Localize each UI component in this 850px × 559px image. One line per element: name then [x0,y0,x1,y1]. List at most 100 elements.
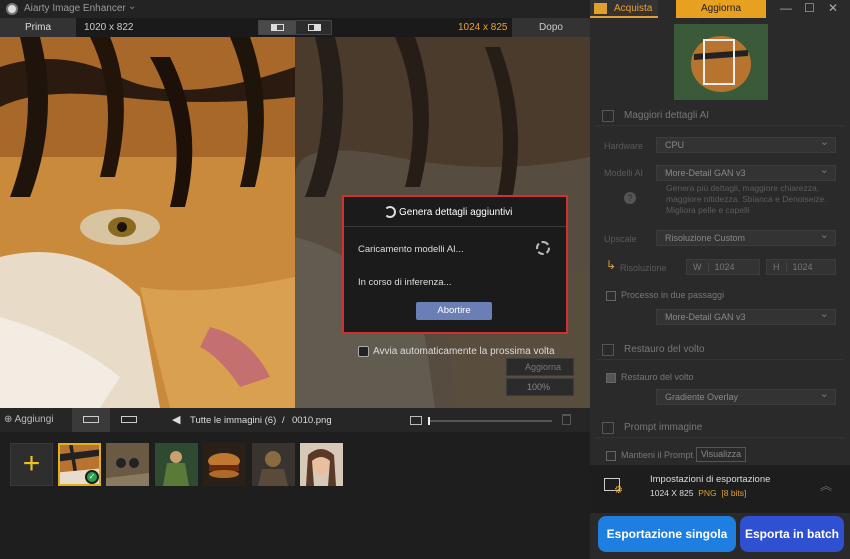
section-prompt[interactable]: Prompt immagine [596,418,844,438]
grid-icon [83,416,99,423]
zoom-select[interactable]: 100% [506,378,574,396]
auto-start-checkbox[interactable] [358,346,369,357]
before-tab[interactable]: Prima [0,18,76,37]
height-input[interactable]: H 1024 [766,259,836,275]
export-settings-title: Impostazioni di esportazione [650,474,771,485]
face-restore-label: Restauro del volto [621,372,694,382]
upscale-value: Risoluzione Custom [665,233,746,243]
keep-prompt-row[interactable]: Mantieni il Prompt [606,450,693,461]
dialog-title: Genera dettagli aggiuntivi [399,207,513,218]
model-preview-image [674,24,768,100]
buy-button[interactable]: Acquista [590,0,658,18]
export-settings-row[interactable]: ⚙ Impostazioni di esportazione 1024 X 82… [590,465,850,513]
export-single-button[interactable]: Esportazione singola [598,516,736,552]
two-pass-row[interactable]: Processo in due passaggi [606,290,724,301]
selected-check-icon: ✓ [85,470,99,484]
grid-view-button[interactable] [72,408,110,432]
side-by-side-button[interactable] [296,21,333,34]
hardware-value: CPU [665,140,685,150]
after-size: 1024 x 825 [458,22,508,33]
path-separator: / [282,415,285,426]
thumbnail-cat-warrior[interactable] [252,443,295,486]
face-restore-checkbox[interactable] [606,372,616,383]
split-view-button[interactable] [259,21,296,34]
face-mode-select[interactable]: Gradiente Overlay [656,387,836,405]
image-list-toolbar: ⊕ Aggiungi ◀ Tutte le immagini (6) / 001… [0,408,590,432]
thumbnail-forest-figure[interactable] [155,443,198,486]
settings-panel: Acquista Aggiorna disponibile — ☐ ✕ Magg… [590,0,850,559]
all-images-link[interactable]: Tutte le immagini (6) [190,415,276,426]
close-icon[interactable]: ✕ [828,1,838,15]
width-label: W [693,262,702,272]
add-button[interactable]: ⊕ Aggiungi [4,414,54,425]
abort-button[interactable]: Abortire [416,302,492,320]
maximize-icon[interactable]: ☐ [804,1,815,15]
section-ai-title: Maggiori dettagli AI [624,110,710,121]
two-pass-label: Processo in due passaggi [621,290,725,300]
model-value: More-Detail GAN v3 [665,168,746,178]
processing-dialog: Genera dettagli aggiuntivi Caricamento m… [342,195,568,334]
auto-start-label: Avvia automaticamente la prossima volta [373,346,555,358]
model-description: Genera più dettagli, maggiore chiarezza,… [666,183,827,215]
prompt-icon [602,422,614,434]
export-batch-button[interactable]: Esporta in batch [740,516,844,552]
export-bits: [8 bits] [721,488,747,498]
keep-prompt-checkbox[interactable] [606,450,616,461]
loading-models-text: Caricamento modelli AI... [358,244,464,255]
zoom-value: 100% [527,382,551,392]
auto-start-row[interactable]: Avvia automaticamente la prossima volta [358,346,555,357]
inference-text: In corso di inferenza... [358,277,452,288]
compare-bar: Prima 1020 x 822 1024 x 825 Dopo [0,18,590,37]
refresh-label: Aggiorna [525,362,562,372]
before-size: 1020 x 822 [84,22,134,33]
list-icon [121,416,137,423]
height-value: 1024 [785,262,813,272]
split-view-icon [271,24,284,31]
keep-prompt-label: Mantieni il Prompt [621,450,694,460]
help-icon[interactable]: ? [624,192,636,204]
cart-icon [594,3,607,14]
section-face-restore[interactable]: Restauro del volto [596,340,844,360]
app-title: Aiarty Image Enhancer [24,3,126,14]
height-label: H [773,262,780,272]
thumbnail-strip: + [0,432,590,559]
upscale-label: Upscale [604,234,637,244]
list-view-button[interactable] [110,408,148,432]
after-tab[interactable]: Dopo [512,18,590,37]
section-face-title: Restauro del volto [624,344,705,355]
back-arrow-icon[interactable]: ◀ [172,413,180,426]
size-slider-handle[interactable] [428,417,430,425]
thumbnail-portrait[interactable] [300,443,343,486]
face-restore-row[interactable]: Restauro del volto [606,372,694,383]
side-by-side-icon [308,24,321,31]
section-ai-detail[interactable]: Maggiori dettagli AI [596,106,844,126]
add-label: Aggiungi [14,414,54,425]
hardware-select[interactable]: CPU [656,135,836,153]
visualize-button[interactable]: Visualizza [696,447,746,462]
add-image-button[interactable]: + [10,443,53,486]
width-value: 1024 [707,262,735,272]
refresh-button[interactable]: Aggiorna [506,358,574,376]
chevron-up-icon[interactable]: ︽ [820,477,832,494]
two-pass-model-select[interactable]: More-Detail GAN v3 [656,307,836,325]
trash-icon[interactable] [562,414,571,425]
thumbnail-burger[interactable] [203,443,246,486]
size-slider-track[interactable] [428,420,552,422]
app-logo-icon [6,3,18,15]
minimize-icon[interactable]: — [780,1,792,15]
model-select[interactable]: More-Detail GAN v3 [656,163,836,181]
export-format: PNG [698,488,717,498]
two-pass-checkbox[interactable] [606,290,616,301]
thumbnail-owl[interactable] [106,443,149,486]
ai-detail-icon [602,110,614,122]
export-settings-summary: 1024 X 825 PNG [8 bits] [650,488,746,498]
loading-spinner-icon [536,241,550,255]
width-input[interactable]: W 1024 [686,259,760,275]
view-mode-toggle [258,20,332,35]
title-bar: Aiarty Image Enhancer ⌄ [0,0,590,18]
resolution-label: Risoluzione [620,263,667,273]
chevron-down-icon[interactable]: ⌄ [128,1,136,12]
before-image [0,37,295,408]
update-available-button[interactable]: Aggiorna disponibile [676,0,766,32]
upscale-select[interactable]: Risoluzione Custom [656,228,836,246]
